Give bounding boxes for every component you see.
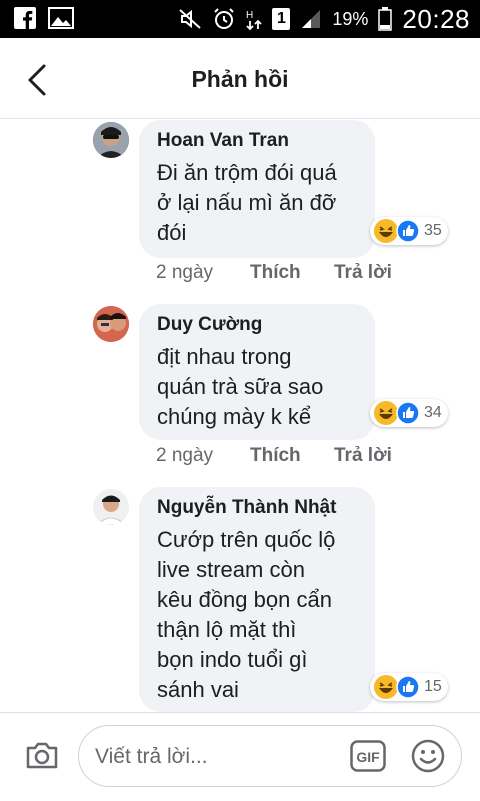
- camera-button[interactable]: [24, 737, 60, 773]
- reaction-summary[interactable]: 34: [370, 399, 448, 427]
- avatar[interactable]: [93, 122, 129, 158]
- comment-author[interactable]: Hoan Van Tran: [157, 130, 357, 152]
- reply-input[interactable]: [93, 736, 347, 778]
- sim-slot-label: 1: [276, 10, 286, 27]
- comment-author[interactable]: Duy Cường: [157, 314, 357, 336]
- comment-author[interactable]: Nguyễn Thành Nhật: [157, 497, 357, 519]
- battery-percent: 19%: [332, 8, 369, 29]
- avatar[interactable]: [93, 306, 129, 342]
- comment-time: 2 ngày: [156, 262, 214, 283]
- reaction-summary[interactable]: 35: [370, 217, 448, 245]
- alarm-icon: [214, 8, 235, 29]
- emoji-button[interactable]: [410, 738, 446, 774]
- like-button[interactable]: Thích: [250, 445, 334, 467]
- status-bar: H 1 19% 20:28: [0, 0, 480, 38]
- camera-icon: [26, 742, 58, 769]
- like-button[interactable]: Thích: [250, 262, 334, 284]
- reply-button[interactable]: Trả lời: [334, 445, 392, 467]
- comment-text: địt nhau trong quán trà sữa sao chúng mà…: [157, 344, 324, 429]
- header: Phản hồi: [0, 38, 480, 119]
- like-reaction-icon: [396, 401, 420, 425]
- comment: Hoan Van Tran Đi ăn trộm đói quá ở lại n…: [0, 120, 480, 290]
- comment-actions: 2 ngày Thích Trả lời: [156, 262, 392, 284]
- signal-icon: [302, 10, 321, 28]
- avatar-photo-icon: [93, 306, 129, 342]
- reaction-count: 35: [424, 222, 442, 239]
- reaction-count: 34: [424, 404, 442, 421]
- battery-icon: [378, 7, 393, 31]
- reaction-count: 15: [424, 678, 442, 695]
- comment-actions: 2 ngày Thích Trả lời: [156, 445, 392, 467]
- data-arrows-icon: H: [246, 10, 263, 31]
- comment-bubble[interactable]: Nguyễn Thành Nhật Cướp trên quốc lộ live…: [139, 487, 375, 712]
- like-reaction-icon: [396, 219, 420, 243]
- gif-icon: GIF: [350, 740, 386, 772]
- comment-bubble[interactable]: Duy Cường địt nhau trong quán trà sữa sa…: [139, 304, 375, 440]
- facebook-icon: [14, 7, 36, 29]
- comment-bubble[interactable]: Hoan Van Tran Đi ăn trộm đói quá ở lại n…: [139, 120, 375, 258]
- comment: Nguyễn Thành Nhật Cướp trên quốc lộ live…: [0, 487, 480, 712]
- gallery-icon: [48, 7, 74, 29]
- svg-text:H: H: [246, 10, 253, 21]
- like-reaction-icon: [396, 675, 420, 699]
- reaction-summary[interactable]: 15: [370, 673, 448, 701]
- sim-icon: 1: [272, 8, 291, 30]
- smiley-icon: [411, 739, 445, 773]
- reply-input-container[interactable]: GIF: [78, 725, 462, 787]
- comment: Duy Cường địt nhau trong quán trà sữa sa…: [0, 304, 480, 474]
- mute-icon: [179, 9, 202, 29]
- comment-text: Đi ăn trộm đói quá ở lại nấu mì ăn đỡ đó…: [157, 160, 337, 245]
- comment-time: 2 ngày: [156, 445, 214, 466]
- clock: 20:28: [402, 3, 470, 34]
- avatar-photo-icon: [93, 122, 129, 158]
- page-title: Phản hồi: [191, 66, 289, 92]
- reply-button[interactable]: Trả lời: [334, 262, 392, 284]
- gif-label: GIF: [356, 749, 380, 765]
- comment-text: Cướp trên quốc lộ live stream còn kêu đồ…: [157, 527, 336, 702]
- avatar-photo-icon: [93, 489, 129, 525]
- reply-composer: GIF: [0, 712, 480, 801]
- gif-button[interactable]: GIF: [350, 740, 386, 772]
- avatar[interactable]: [93, 489, 129, 525]
